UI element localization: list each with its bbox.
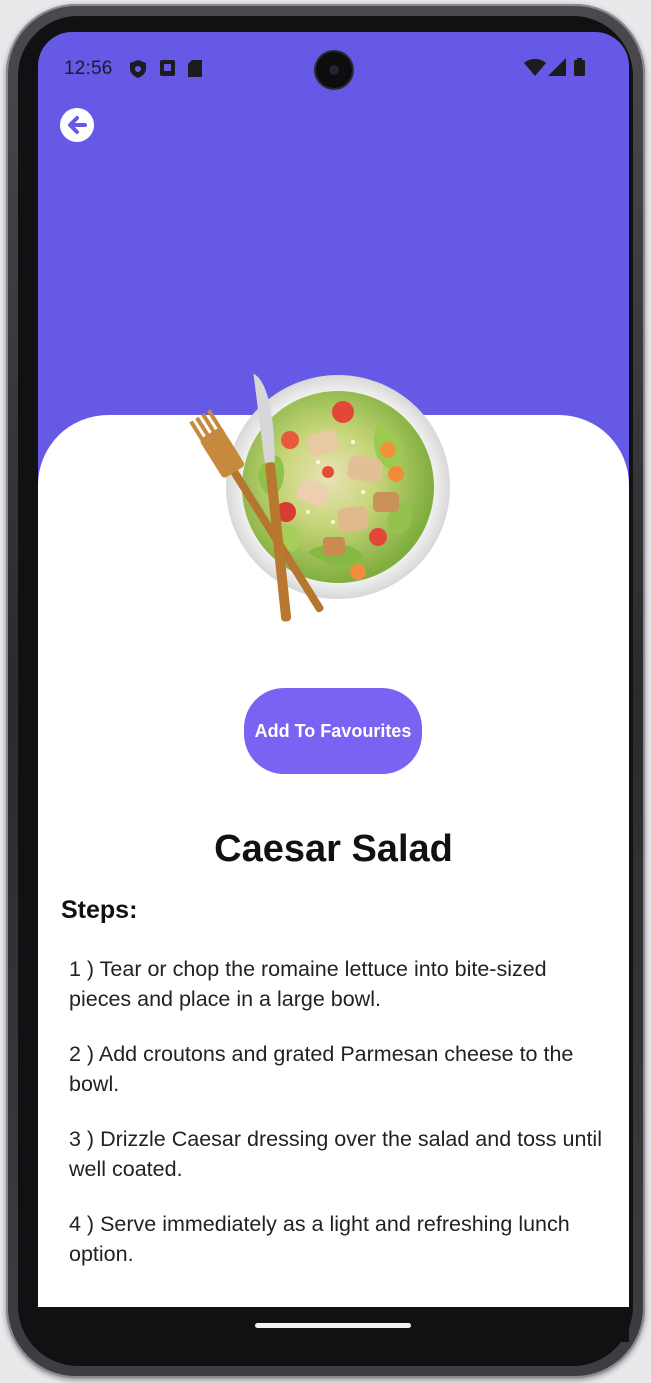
sd-card-icon: [188, 60, 202, 83]
step-item: 1 ) Tear or chop the romaine lettuce int…: [69, 957, 547, 1011]
arrow-left-circle-icon: [68, 116, 87, 134]
steps-heading: Steps:: [61, 896, 138, 924]
media-icon: [160, 60, 175, 82]
front-camera: [316, 52, 352, 88]
navigation-bar: [38, 1307, 629, 1342]
step-item: 4 ) Serve immediately as a light and ref…: [69, 1212, 570, 1266]
status-time: 12:56: [64, 58, 113, 79]
caesar-salad-plate-image: [188, 362, 458, 637]
back-button[interactable]: [60, 108, 94, 142]
home-gesture-handle[interactable]: [255, 1323, 411, 1328]
app-screen: 12:56 Add To Favourites Caesar Salad Ste…: [38, 32, 629, 1342]
steps-list: 1 ) Tear or chop the romaine lettuce int…: [69, 954, 614, 1294]
signal-icon: [548, 58, 566, 82]
shield-icon: [130, 60, 146, 84]
step-item: 2 ) Add croutons and grated Parmesan che…: [69, 1042, 574, 1096]
add-to-favourites-button[interactable]: Add To Favourites: [244, 688, 422, 774]
step-item: 3 ) Drizzle Caesar dressing over the sal…: [69, 1127, 602, 1181]
battery-icon: [574, 58, 585, 82]
recipe-title: Caesar Salad: [214, 828, 453, 870]
status-bar: 12:56: [38, 32, 629, 102]
wifi-icon: [524, 59, 546, 82]
